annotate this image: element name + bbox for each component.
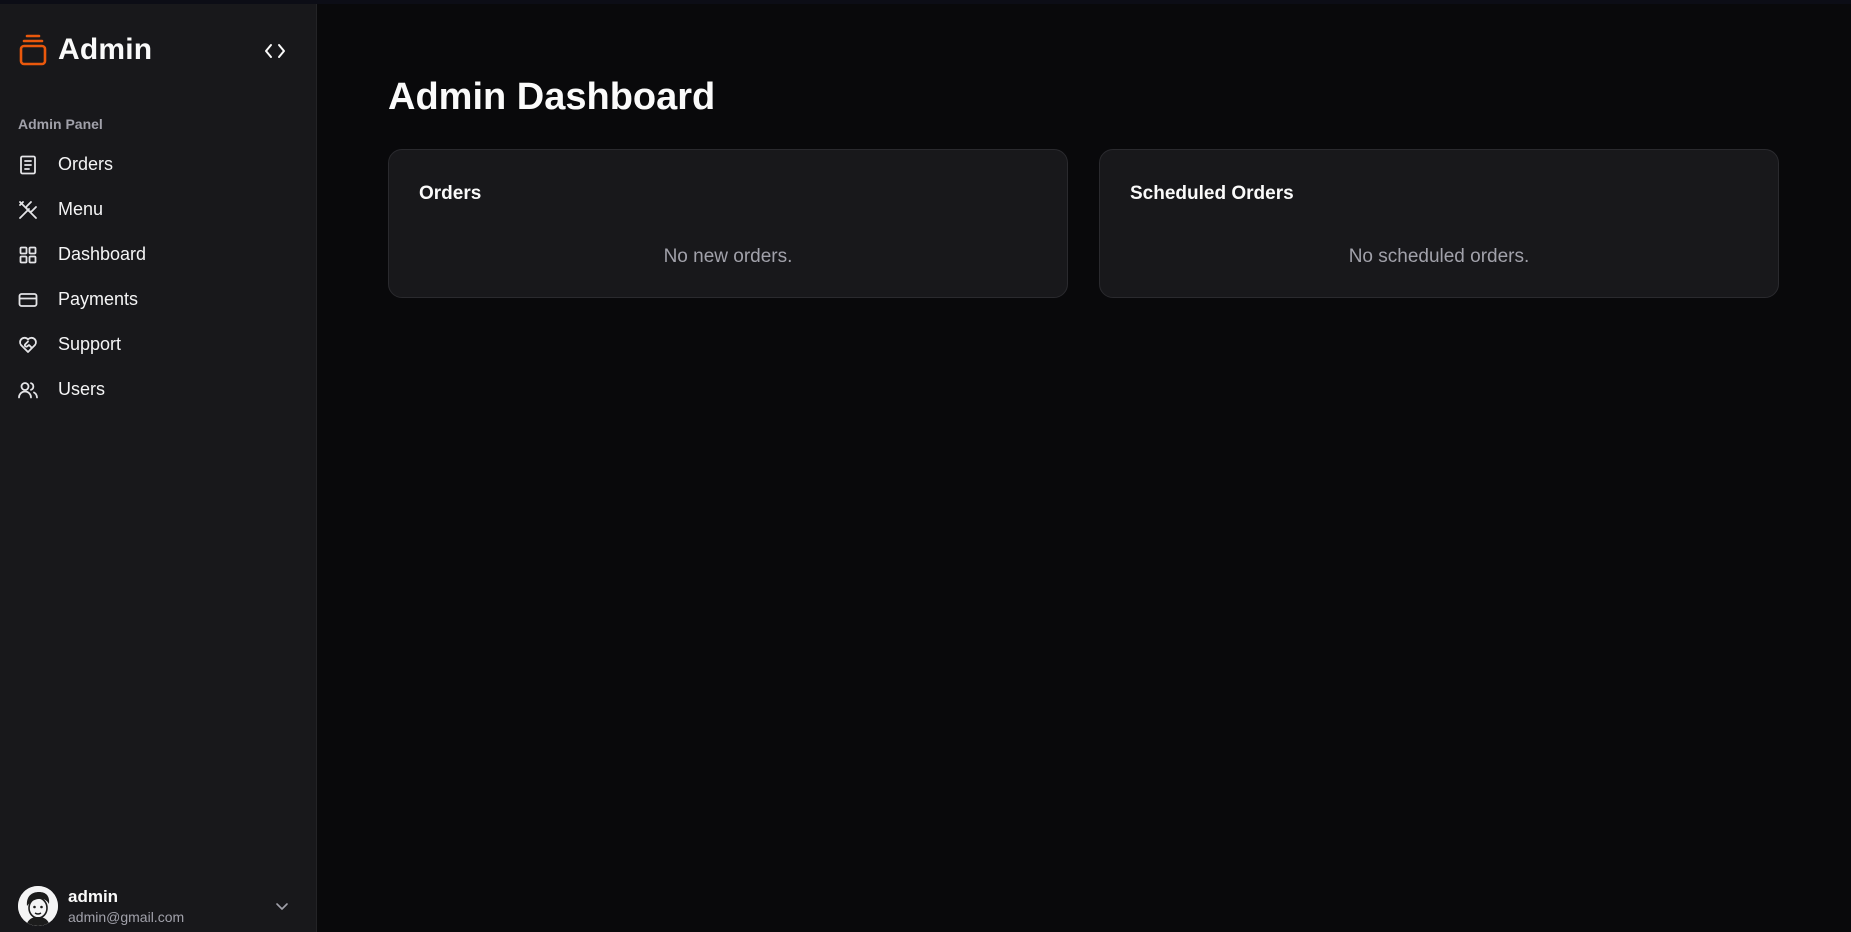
sidebar-toggle-button[interactable] xyxy=(260,38,290,64)
sidebar-item-payments[interactable]: Payments xyxy=(8,277,308,322)
main-content: Admin Dashboard Orders No new orders. Sc… xyxy=(318,4,1851,932)
sidebar-item-menu[interactable]: Menu xyxy=(8,187,308,232)
user-menu[interactable]: admin admin@gmail.com xyxy=(18,882,298,930)
app-window: Admin Admin Panel Orders Menu Dashboard … xyxy=(0,0,1851,932)
empty-state-text: No new orders. xyxy=(663,246,793,267)
layout-grid-icon xyxy=(18,245,38,265)
sidebar-item-users[interactable]: Users xyxy=(8,367,308,412)
empty-state-text: No scheduled orders. xyxy=(1348,246,1530,267)
sidebar-item-dashboard[interactable]: Dashboard xyxy=(8,232,308,277)
section-label: Admin Panel xyxy=(18,116,103,132)
sidebar-item-orders[interactable]: Orders xyxy=(8,142,308,187)
sidebar-item-label: Users xyxy=(58,379,106,399)
sidebar-item-label: Dashboard xyxy=(58,244,147,264)
card-title: Orders xyxy=(419,183,482,204)
brand-name: Admin xyxy=(58,33,153,66)
sidebar-item-label: Support xyxy=(58,334,122,354)
sidebar-item-label: Orders xyxy=(58,154,114,174)
credit-card-icon xyxy=(18,290,38,310)
user-name: admin xyxy=(68,886,119,906)
page-title: Admin Dashboard xyxy=(388,76,716,118)
utensils-crossed-icon xyxy=(18,200,38,220)
brand[interactable]: Admin xyxy=(18,30,152,70)
stacked-tray-icon xyxy=(19,34,47,66)
user-email: admin@gmail.com xyxy=(68,908,185,925)
avatar xyxy=(18,886,58,926)
sidebar: Admin Admin Panel Orders Menu Dashboard … xyxy=(0,4,317,932)
receipt-icon xyxy=(18,155,38,175)
sidebar-nav: Orders Menu Dashboard Payments Support U… xyxy=(8,142,308,412)
sidebar-item-support[interactable]: Support xyxy=(8,322,308,367)
scheduled-orders-card: Scheduled Orders No scheduled orders. xyxy=(1099,149,1779,298)
card-title: Scheduled Orders xyxy=(1130,183,1294,204)
code-brackets-icon xyxy=(265,44,285,58)
sidebar-item-label: Payments xyxy=(58,289,139,309)
orders-card: Orders No new orders. xyxy=(388,149,1068,298)
users-icon xyxy=(18,380,38,400)
chevron-down-icon xyxy=(276,903,288,910)
heart-handshake-icon xyxy=(18,335,38,355)
sidebar-item-label: Menu xyxy=(58,199,104,219)
